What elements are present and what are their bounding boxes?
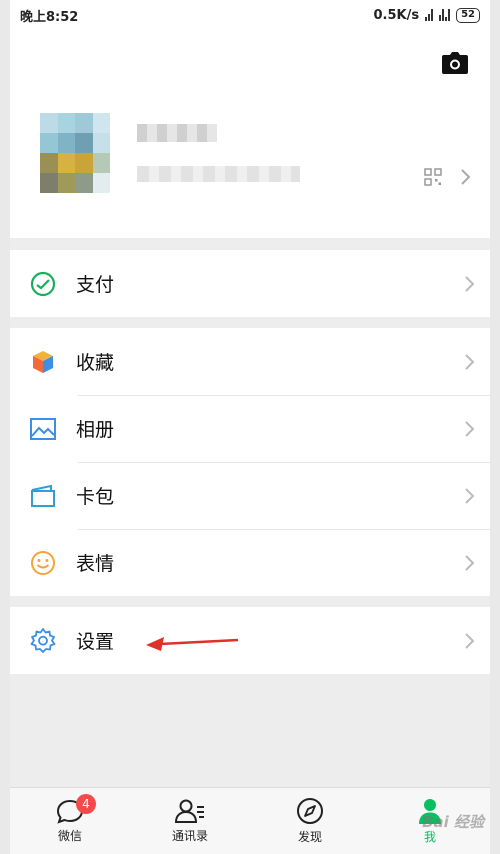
menu-item-album[interactable]: 相册	[10, 395, 490, 462]
tab-contacts[interactable]: 通讯录	[130, 788, 250, 854]
menu-item-settings[interactable]: 设置	[10, 607, 490, 674]
menu-item-stickers[interactable]: 表情	[10, 529, 490, 596]
settings-group: 设置	[10, 607, 490, 674]
menu-item-cards[interactable]: 卡包	[10, 462, 490, 529]
watermark: Bai 经验	[422, 813, 484, 831]
tab-chats[interactable]: 4 微信	[10, 788, 130, 854]
camera-icon[interactable]	[442, 52, 468, 74]
tab-label: 发现	[297, 830, 322, 844]
unread-badge: 4	[76, 794, 96, 814]
signal-icon	[425, 9, 434, 21]
tab-label: 微信	[57, 829, 82, 843]
menu-item-favorites[interactable]: 收藏	[10, 328, 490, 395]
chevron-right-icon	[450, 420, 490, 438]
menu-item-pay[interactable]: 支付	[10, 250, 490, 317]
wallet-icon	[10, 484, 76, 508]
pay-group: 支付	[10, 250, 490, 317]
pay-icon	[10, 270, 76, 298]
menu-label: 收藏	[76, 352, 115, 374]
compass-icon	[297, 798, 323, 824]
profile-card[interactable]	[10, 30, 490, 238]
blurred-nickname	[137, 124, 217, 142]
status-time: 晚上8:52	[20, 9, 79, 25]
chevron-right-icon	[450, 554, 490, 572]
menu-label: 支付	[76, 274, 115, 296]
gear-icon	[10, 627, 76, 655]
blurred-wechat-id	[137, 166, 300, 182]
menu-label: 表情	[76, 553, 115, 575]
red-arrow-annotation	[146, 637, 239, 651]
favorites-group: 收藏 相册 卡包 表情	[10, 328, 490, 596]
chevron-right-icon	[461, 169, 471, 185]
battery-indicator: 52	[456, 7, 480, 23]
menu-label: 相册	[76, 419, 115, 441]
chevron-right-icon	[450, 353, 490, 371]
qr-code-icon[interactable]	[424, 168, 442, 186]
picture-icon	[10, 417, 76, 441]
avatar[interactable]	[40, 113, 110, 193]
contacts-icon	[174, 799, 204, 823]
chevron-right-icon	[450, 275, 490, 293]
network-speed: 0.5K/s	[373, 7, 420, 23]
smiley-icon	[10, 549, 76, 577]
tab-label: 通讯录	[171, 829, 208, 843]
app-frame: 晚上8:52 0.5K/s 52 支付 收藏 相册 卡包 表情 设置 4 微信 …	[10, 0, 490, 854]
chevron-right-icon	[450, 632, 490, 650]
menu-label: 卡包	[76, 486, 115, 508]
bottom-tab-bar: 4 微信 通讯录 发现 我 Bai 经验	[10, 787, 490, 854]
chevron-right-icon	[450, 487, 490, 505]
cube-icon	[10, 348, 76, 376]
status-bar: 晚上8:52 0.5K/s 52	[10, 0, 490, 30]
menu-label: 设置	[76, 631, 115, 653]
signal-icon-2	[439, 9, 451, 21]
tab-discover[interactable]: 发现	[250, 788, 370, 854]
